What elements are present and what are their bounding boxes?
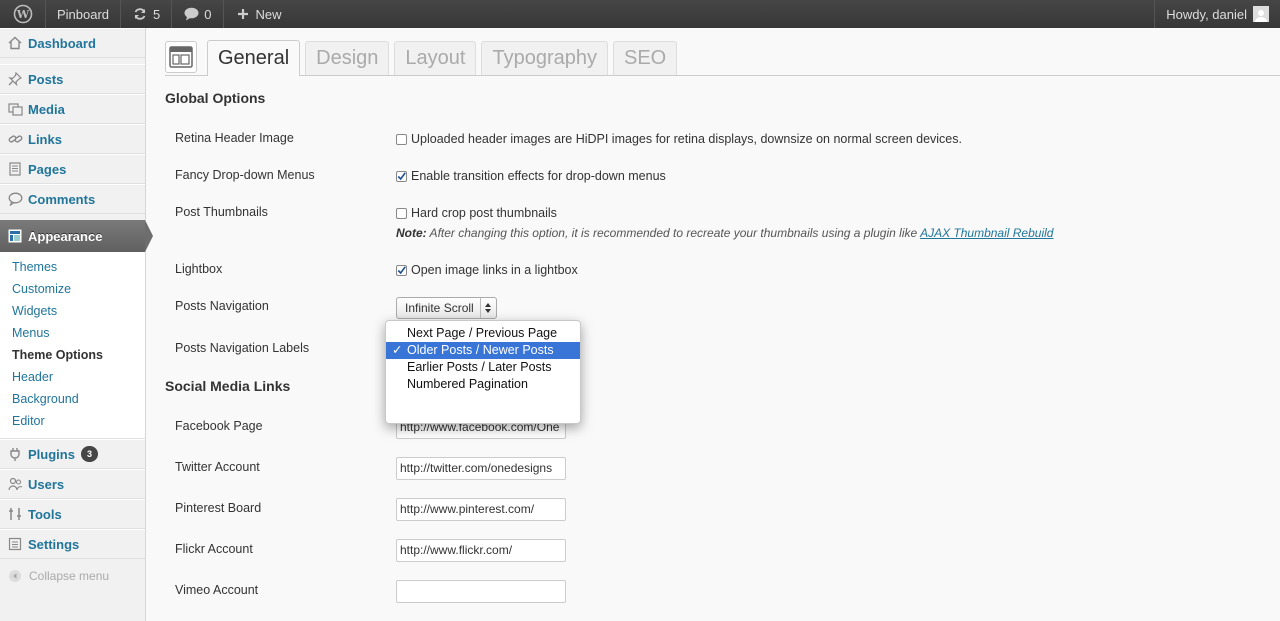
dropdown-option[interactable]: Earlier Posts / Later Posts — [386, 359, 580, 376]
pages-icon — [7, 161, 23, 177]
lightbox-checkbox[interactable] — [396, 264, 407, 276]
menu-users[interactable]: Users — [0, 469, 145, 499]
plugins-update-badge: 3 — [80, 446, 98, 462]
hard-crop-checkbox[interactable] — [396, 207, 407, 219]
menu-media[interactable]: Media — [0, 94, 145, 124]
chain-link-icon — [7, 131, 23, 147]
dropdown-option-selected[interactable]: ✓ Older Posts / Newer Posts — [386, 342, 580, 359]
theme-options-panel: General Design Layout Typography SEO Glo… — [165, 28, 1280, 621]
posts-navigation-labels-label: Posts Navigation Labels — [175, 341, 310, 355]
navigation-labels-dropdown: Next Page / Previous Page ✓ Older Posts /… — [385, 320, 581, 424]
checkmark-icon — [397, 171, 406, 180]
wordpress-logo-button[interactable]: W — [0, 0, 46, 28]
pinterest-input[interactable]: http://www.pinterest.com/ — [396, 498, 566, 521]
vimeo-label: Vimeo Account — [175, 583, 259, 597]
global-options-heading: Global Options — [165, 90, 266, 106]
avatar — [1253, 6, 1269, 22]
media-icon — [7, 101, 23, 117]
tab-design[interactable]: Design — [305, 41, 390, 75]
retina-option: Uploaded header images are HiDPI images … — [396, 132, 962, 146]
ajax-thumbnail-rebuild-link[interactable]: AJAX Thumbnail Rebuild — [920, 226, 1053, 240]
comment-bubble-icon — [7, 191, 23, 207]
flickr-label: Flickr Account — [175, 542, 253, 556]
dropdown-option[interactable]: Next Page / Previous Page — [386, 325, 580, 342]
social-media-heading: Social Media Links — [165, 378, 291, 394]
fancy-menus-label: Fancy Drop-down Menus — [175, 168, 315, 182]
submenu-customize[interactable]: Customize — [0, 278, 145, 300]
flickr-input[interactable]: http://www.flickr.com/ — [396, 539, 566, 562]
twitter-label: Twitter Account — [175, 460, 260, 474]
submenu-editor[interactable]: Editor — [0, 410, 145, 432]
twitter-input[interactable]: http://twitter.com/onedesigns — [396, 457, 566, 480]
thumbnails-note: Note: After changing this option, it is … — [396, 226, 1054, 240]
dropdown-option[interactable]: Numbered Pagination — [386, 376, 580, 393]
checkmark-icon: ✓ — [392, 343, 403, 357]
comment-bubble-icon — [183, 6, 199, 22]
retina-label: Retina Header Image — [175, 131, 294, 145]
vimeo-input[interactable] — [396, 580, 566, 603]
post-thumbnails-option: Hard crop post thumbnails — [396, 206, 557, 220]
theme-options-icon — [165, 41, 197, 73]
menu-dashboard[interactable]: Dashboard — [0, 28, 145, 58]
tools-icon — [7, 506, 23, 522]
plus-icon — [235, 6, 251, 22]
menu-posts[interactable]: Posts — [0, 64, 145, 94]
posts-navigation-label: Posts Navigation — [175, 299, 269, 313]
site-name-link[interactable]: Pinboard — [46, 0, 122, 28]
tab-layout[interactable]: Layout — [394, 41, 477, 75]
submenu-theme-options[interactable]: Theme Options — [0, 344, 145, 366]
options-tabs: General Design Layout Typography SEO — [165, 40, 1280, 76]
submenu-themes[interactable]: Themes — [0, 256, 145, 278]
home-icon — [7, 35, 23, 51]
submenu-header[interactable]: Header — [0, 366, 145, 388]
fancy-menus-option: Enable transition effects for drop-down … — [396, 169, 666, 183]
appearance-submenu: Themes Customize Widgets Menus Theme Opt… — [0, 252, 145, 439]
retina-checkbox[interactable] — [396, 133, 407, 145]
pinterest-label: Pinterest Board — [175, 501, 262, 515]
menu-pages[interactable]: Pages — [0, 154, 145, 184]
settings-icon — [7, 536, 23, 552]
menu-settings[interactable]: Settings — [0, 529, 145, 559]
submenu-widgets[interactable]: Widgets — [0, 300, 145, 322]
posts-navigation-select[interactable]: Infinite Scroll — [396, 297, 497, 319]
tab-general[interactable]: General — [207, 40, 301, 76]
submenu-menus[interactable]: Menus — [0, 322, 145, 344]
admin-sidebar: Dashboard Posts Media Links Pages Commen… — [0, 28, 153, 621]
pushpin-icon — [7, 71, 23, 87]
checkmark-icon — [397, 265, 406, 274]
menu-links[interactable]: Links — [0, 124, 145, 154]
svg-text:W: W — [15, 8, 29, 21]
lightbox-label: Lightbox — [175, 262, 223, 276]
collapse-arrow-icon — [7, 568, 23, 584]
collapse-menu-button[interactable]: Collapse menu — [0, 559, 145, 593]
plug-icon — [7, 446, 23, 462]
menu-appearance[interactable]: Appearance — [0, 220, 153, 252]
tab-seo[interactable]: SEO — [613, 41, 678, 75]
new-content-button[interactable]: New — [224, 0, 293, 28]
users-icon — [7, 476, 23, 492]
account-menu[interactable]: Howdy, daniel — [1154, 0, 1280, 28]
appearance-icon — [7, 228, 23, 244]
refresh-icon — [132, 6, 148, 22]
updates-button[interactable]: 5 — [121, 0, 173, 28]
fancy-menus-checkbox[interactable] — [396, 170, 407, 182]
post-thumbnails-label: Post Thumbnails — [175, 205, 268, 219]
lightbox-option: Open image links in a lightbox — [396, 263, 578, 277]
menu-plugins[interactable]: Plugins 3 — [0, 439, 145, 469]
select-arrows-icon — [479, 298, 496, 318]
menu-comments[interactable]: Comments — [0, 184, 145, 214]
menu-tools[interactable]: Tools — [0, 499, 145, 529]
wordpress-icon: W — [13, 4, 32, 24]
comments-button[interactable]: 0 — [172, 0, 224, 28]
admin-bar: W Pinboard 5 0 New Howdy, daniel — [0, 0, 1280, 28]
submenu-background[interactable]: Background — [0, 388, 145, 410]
facebook-label: Facebook Page — [175, 419, 263, 433]
tab-typography[interactable]: Typography — [481, 41, 608, 75]
